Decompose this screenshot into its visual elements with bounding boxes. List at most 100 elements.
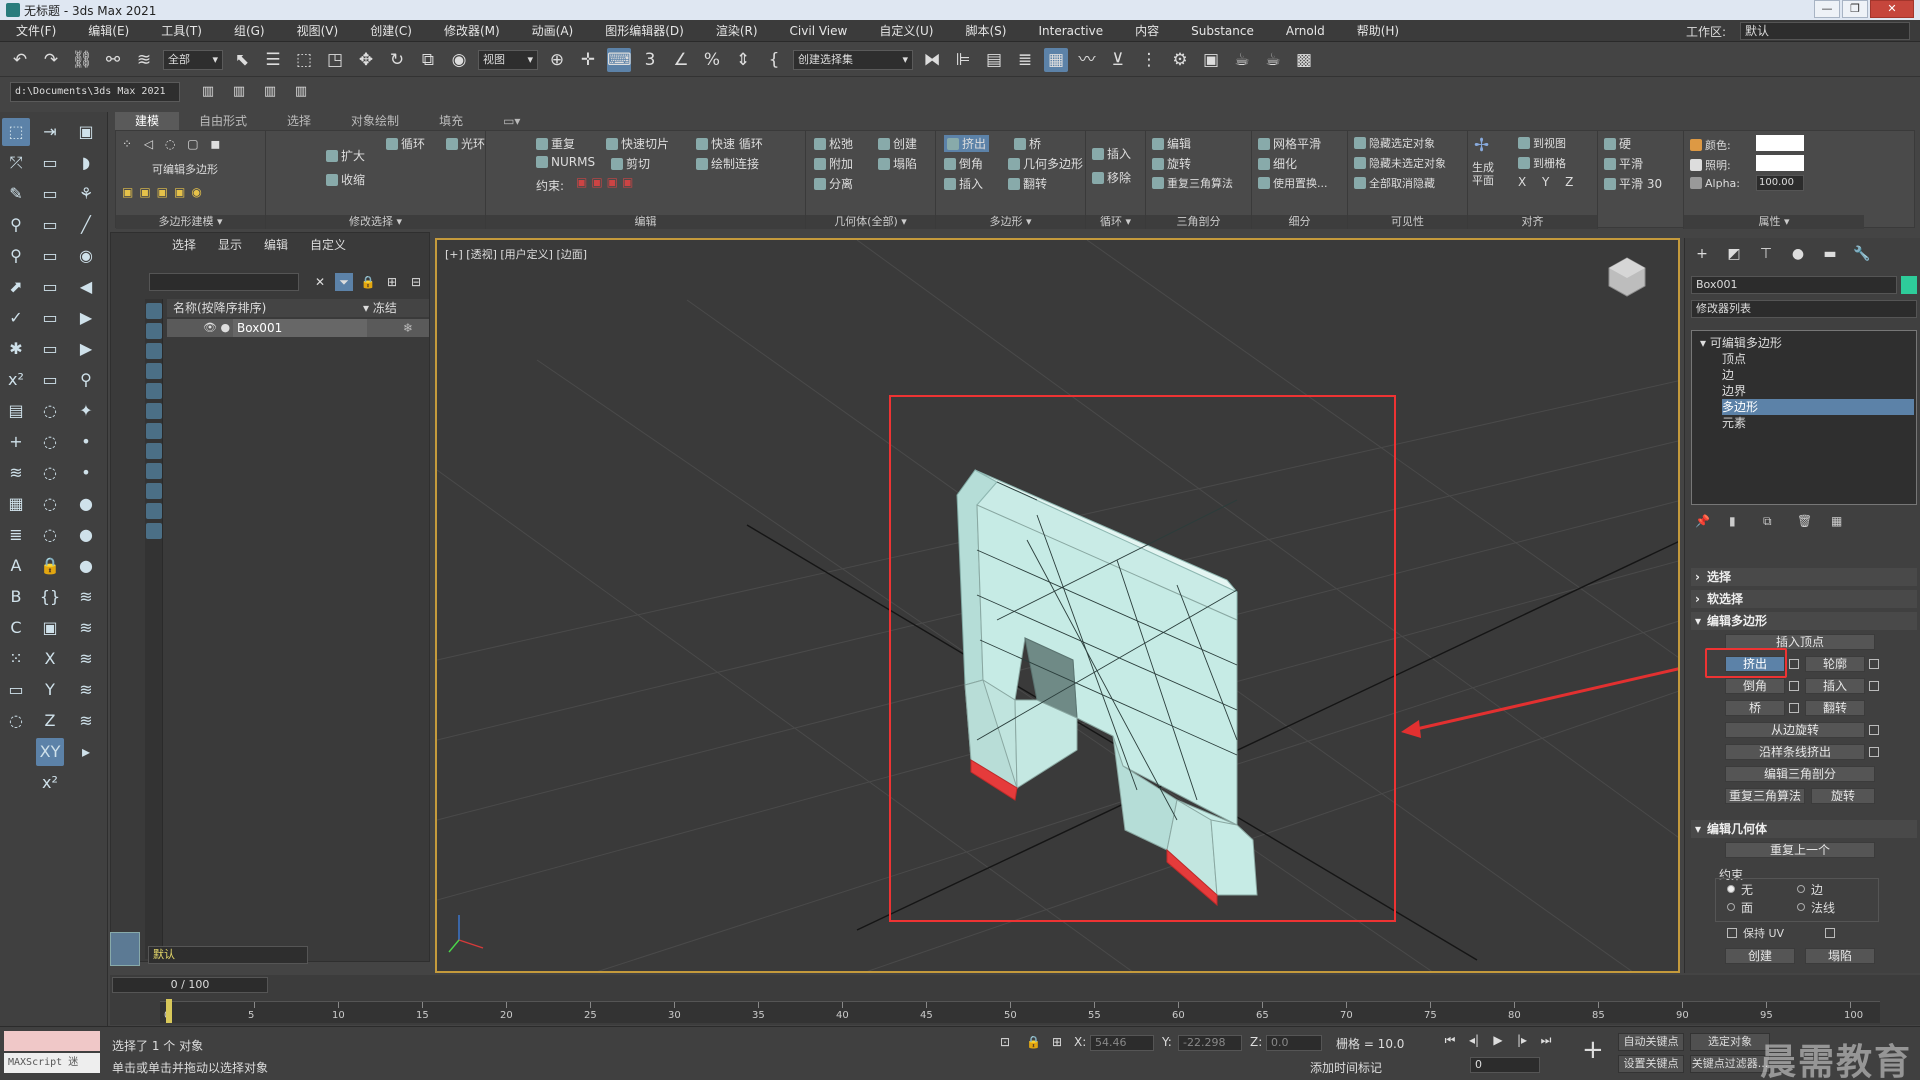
flip-button[interactable]: 翻转 xyxy=(1805,700,1865,716)
axis-xy-icon[interactable]: XY xyxy=(36,738,64,766)
ribbon-bevel-button[interactable]: 倒角 xyxy=(944,155,983,172)
use-displace-button[interactable]: 使用置换... xyxy=(1258,175,1328,191)
curve-editor-icon[interactable]: 〰 xyxy=(1075,48,1099,72)
tool-y-icon[interactable]: ✦ xyxy=(72,397,100,425)
mirror-icon[interactable]: ⧓ xyxy=(920,48,944,72)
stack-vertex[interactable]: 顶点 xyxy=(1722,351,1914,367)
scene-tab-edit[interactable]: 编辑 xyxy=(253,236,299,253)
paint-connect-button[interactable]: 绘制连接 xyxy=(696,155,759,172)
menu-civil-view[interactable]: Civil View xyxy=(774,24,864,38)
grow-button[interactable]: 扩大 xyxy=(326,147,365,164)
current-frame-field[interactable]: 0 xyxy=(1470,1057,1540,1073)
scene-tab-customize[interactable]: 自定义 xyxy=(299,236,357,253)
viewcube-icon[interactable] xyxy=(1608,257,1646,297)
alpha-field[interactable]: 100.00 xyxy=(1756,175,1804,191)
rendered-frame-icon[interactable]: ▣ xyxy=(1199,48,1223,72)
material-editor-icon[interactable]: ⋮ xyxy=(1137,48,1161,72)
show-end-result-icon[interactable]: ▮ xyxy=(1729,514,1747,529)
layers2-icon[interactable]: ≋ xyxy=(72,583,100,611)
edit-tri-button[interactable]: 编辑三角剖分 xyxy=(1725,766,1875,782)
smooth30-button[interactable]: 平滑 30 xyxy=(1604,175,1662,192)
menu-rendering[interactable]: 渲染(R) xyxy=(700,22,774,39)
sphere-a-icon[interactable]: ● xyxy=(72,490,100,518)
repeat-button[interactable]: 重复 xyxy=(536,135,575,152)
project-open-icon[interactable]: ▥ xyxy=(258,80,282,104)
go-to-end-icon[interactable]: ⏭ xyxy=(1536,1033,1556,1048)
layers3-icon[interactable]: ≋ xyxy=(72,614,100,642)
filter-bones-icon[interactable] xyxy=(146,463,162,479)
lasso-icon[interactable]: ⤱ xyxy=(2,149,30,177)
subobject-icons[interactable]: ⁘ ◁ ◌ ▢ ◼ xyxy=(122,137,224,151)
rotate-icon[interactable]: ↻ xyxy=(385,48,409,72)
turn-button[interactable]: 旋转 xyxy=(1152,155,1191,172)
snaps-toggle-icon[interactable]: 3 xyxy=(638,48,662,72)
tool-i-icon[interactable]: ▭ xyxy=(36,366,64,394)
select-tool-icon[interactable]: ⬚ xyxy=(2,118,30,146)
inset-button[interactable]: 插入 xyxy=(1805,678,1865,694)
brace-icon[interactable]: {} xyxy=(36,583,64,611)
constraint-face-radio[interactable] xyxy=(1727,903,1735,911)
visibility-eye-icon[interactable]: 👁 ● xyxy=(203,319,230,337)
add-time-tag[interactable]: 添加时间标记 xyxy=(1310,1059,1382,1076)
loop-button[interactable]: 循环 xyxy=(386,135,425,152)
bevel-settings-icon[interactable] xyxy=(1789,681,1799,691)
ribbon-toggle-icon[interactable]: ▦ xyxy=(1044,47,1068,72)
stack2-icon[interactable]: ≣ xyxy=(2,521,30,549)
maxscript-listener-pink[interactable] xyxy=(4,1031,100,1051)
project-folder-icon[interactable]: ▥ xyxy=(196,80,220,104)
edit-tri-button[interactable]: 编辑 xyxy=(1152,135,1191,152)
tool-n-icon[interactable]: ◌ xyxy=(36,521,64,549)
close-button[interactable]: ✕ xyxy=(1870,0,1914,18)
select-object-icon[interactable]: ⬉ xyxy=(230,48,254,72)
constraint-icons[interactable]: ▣▣▣▣ xyxy=(576,175,637,189)
object-name-field[interactable]: Box001 xyxy=(1691,276,1897,294)
play-icon[interactable]: ▶ xyxy=(1488,1033,1508,1048)
properties-label[interactable]: 属性 ▾ xyxy=(1684,215,1864,229)
maxscript-mini-listener[interactable]: MAXScript 迷 xyxy=(4,1053,100,1073)
layers4-icon[interactable]: ≋ xyxy=(72,645,100,673)
selection-filter-dropdown[interactable]: 全部 xyxy=(163,49,223,70)
remove-loop-button[interactable]: 移除 xyxy=(1092,169,1131,186)
y-coord-field[interactable]: -22.298 xyxy=(1178,1035,1242,1051)
render-setup-icon[interactable]: ⚙ xyxy=(1168,48,1192,72)
modify-selection-label[interactable]: 修改选择 ▾ xyxy=(266,215,485,229)
inset-settings-icon[interactable] xyxy=(1869,681,1879,691)
align-icon[interactable]: ⊫ xyxy=(951,48,975,72)
viewport-label[interactable]: [+] [透视] [用户定义] [边面] xyxy=(445,246,587,262)
auto-key-button[interactable]: 自动关键点 xyxy=(1618,1033,1684,1051)
retri-button[interactable]: 重复三角算法 xyxy=(1152,175,1233,191)
axis-x-icon[interactable]: X xyxy=(36,645,64,673)
sphere-b-icon[interactable]: ● xyxy=(72,521,100,549)
ring-button[interactable]: 光环 xyxy=(446,135,485,152)
stack-polygon[interactable]: 多边形 xyxy=(1722,399,1914,415)
tab-modeling[interactable]: 建模 xyxy=(115,112,180,130)
text-c-icon[interactable]: C xyxy=(2,614,30,642)
rollout-selection[interactable]: 选择 xyxy=(1691,568,1917,586)
isolate-selection-icon[interactable]: ⊡ xyxy=(1000,1035,1010,1049)
z-coord-field[interactable]: 0.0 xyxy=(1266,1035,1322,1051)
constraint-normal-radio[interactable] xyxy=(1797,903,1805,911)
ribbon-flip-button[interactable]: 翻转 xyxy=(1008,175,1047,192)
menu-view[interactable]: 视图(V) xyxy=(281,22,355,39)
polygons-label[interactable]: 多边形 ▾ xyxy=(936,215,1085,229)
tool-s-icon[interactable]: ╱ xyxy=(72,211,100,239)
extrude-spline-button[interactable]: 沿样条线挤出 xyxy=(1725,744,1865,760)
time-cursor[interactable] xyxy=(166,999,172,1023)
layers5-icon[interactable]: ≋ xyxy=(72,676,100,704)
menu-group[interactable]: 组(G) xyxy=(218,22,281,39)
meshsmooth-button[interactable]: 网格平滑 xyxy=(1258,135,1321,152)
retriangulate-button[interactable]: 重复三角算法 xyxy=(1725,788,1805,804)
unhide-all-button[interactable]: 全部取消隐藏 xyxy=(1354,175,1435,191)
tool-x-icon[interactable]: ⚲ xyxy=(72,366,100,394)
go-to-start-icon[interactable]: ⏮ xyxy=(1440,1033,1460,1048)
align-xyz-buttons[interactable]: X Y Z xyxy=(1518,175,1579,189)
repeat-last-button[interactable]: 重复上一个 xyxy=(1725,842,1875,858)
tab-selection[interactable]: 选择 xyxy=(267,112,331,130)
text-a-icon[interactable]: A xyxy=(2,552,30,580)
relax-button[interactable]: 松弛 xyxy=(814,135,853,152)
lock-icon[interactable]: 🔒 xyxy=(36,552,64,580)
expand-panel-icon[interactable]: ▸ xyxy=(72,738,100,766)
menu-arnold[interactable]: Arnold xyxy=(1270,24,1341,38)
tool-k-icon[interactable]: ◌ xyxy=(36,428,64,456)
collapse-geo-button[interactable]: 塌陷 xyxy=(1805,948,1875,964)
